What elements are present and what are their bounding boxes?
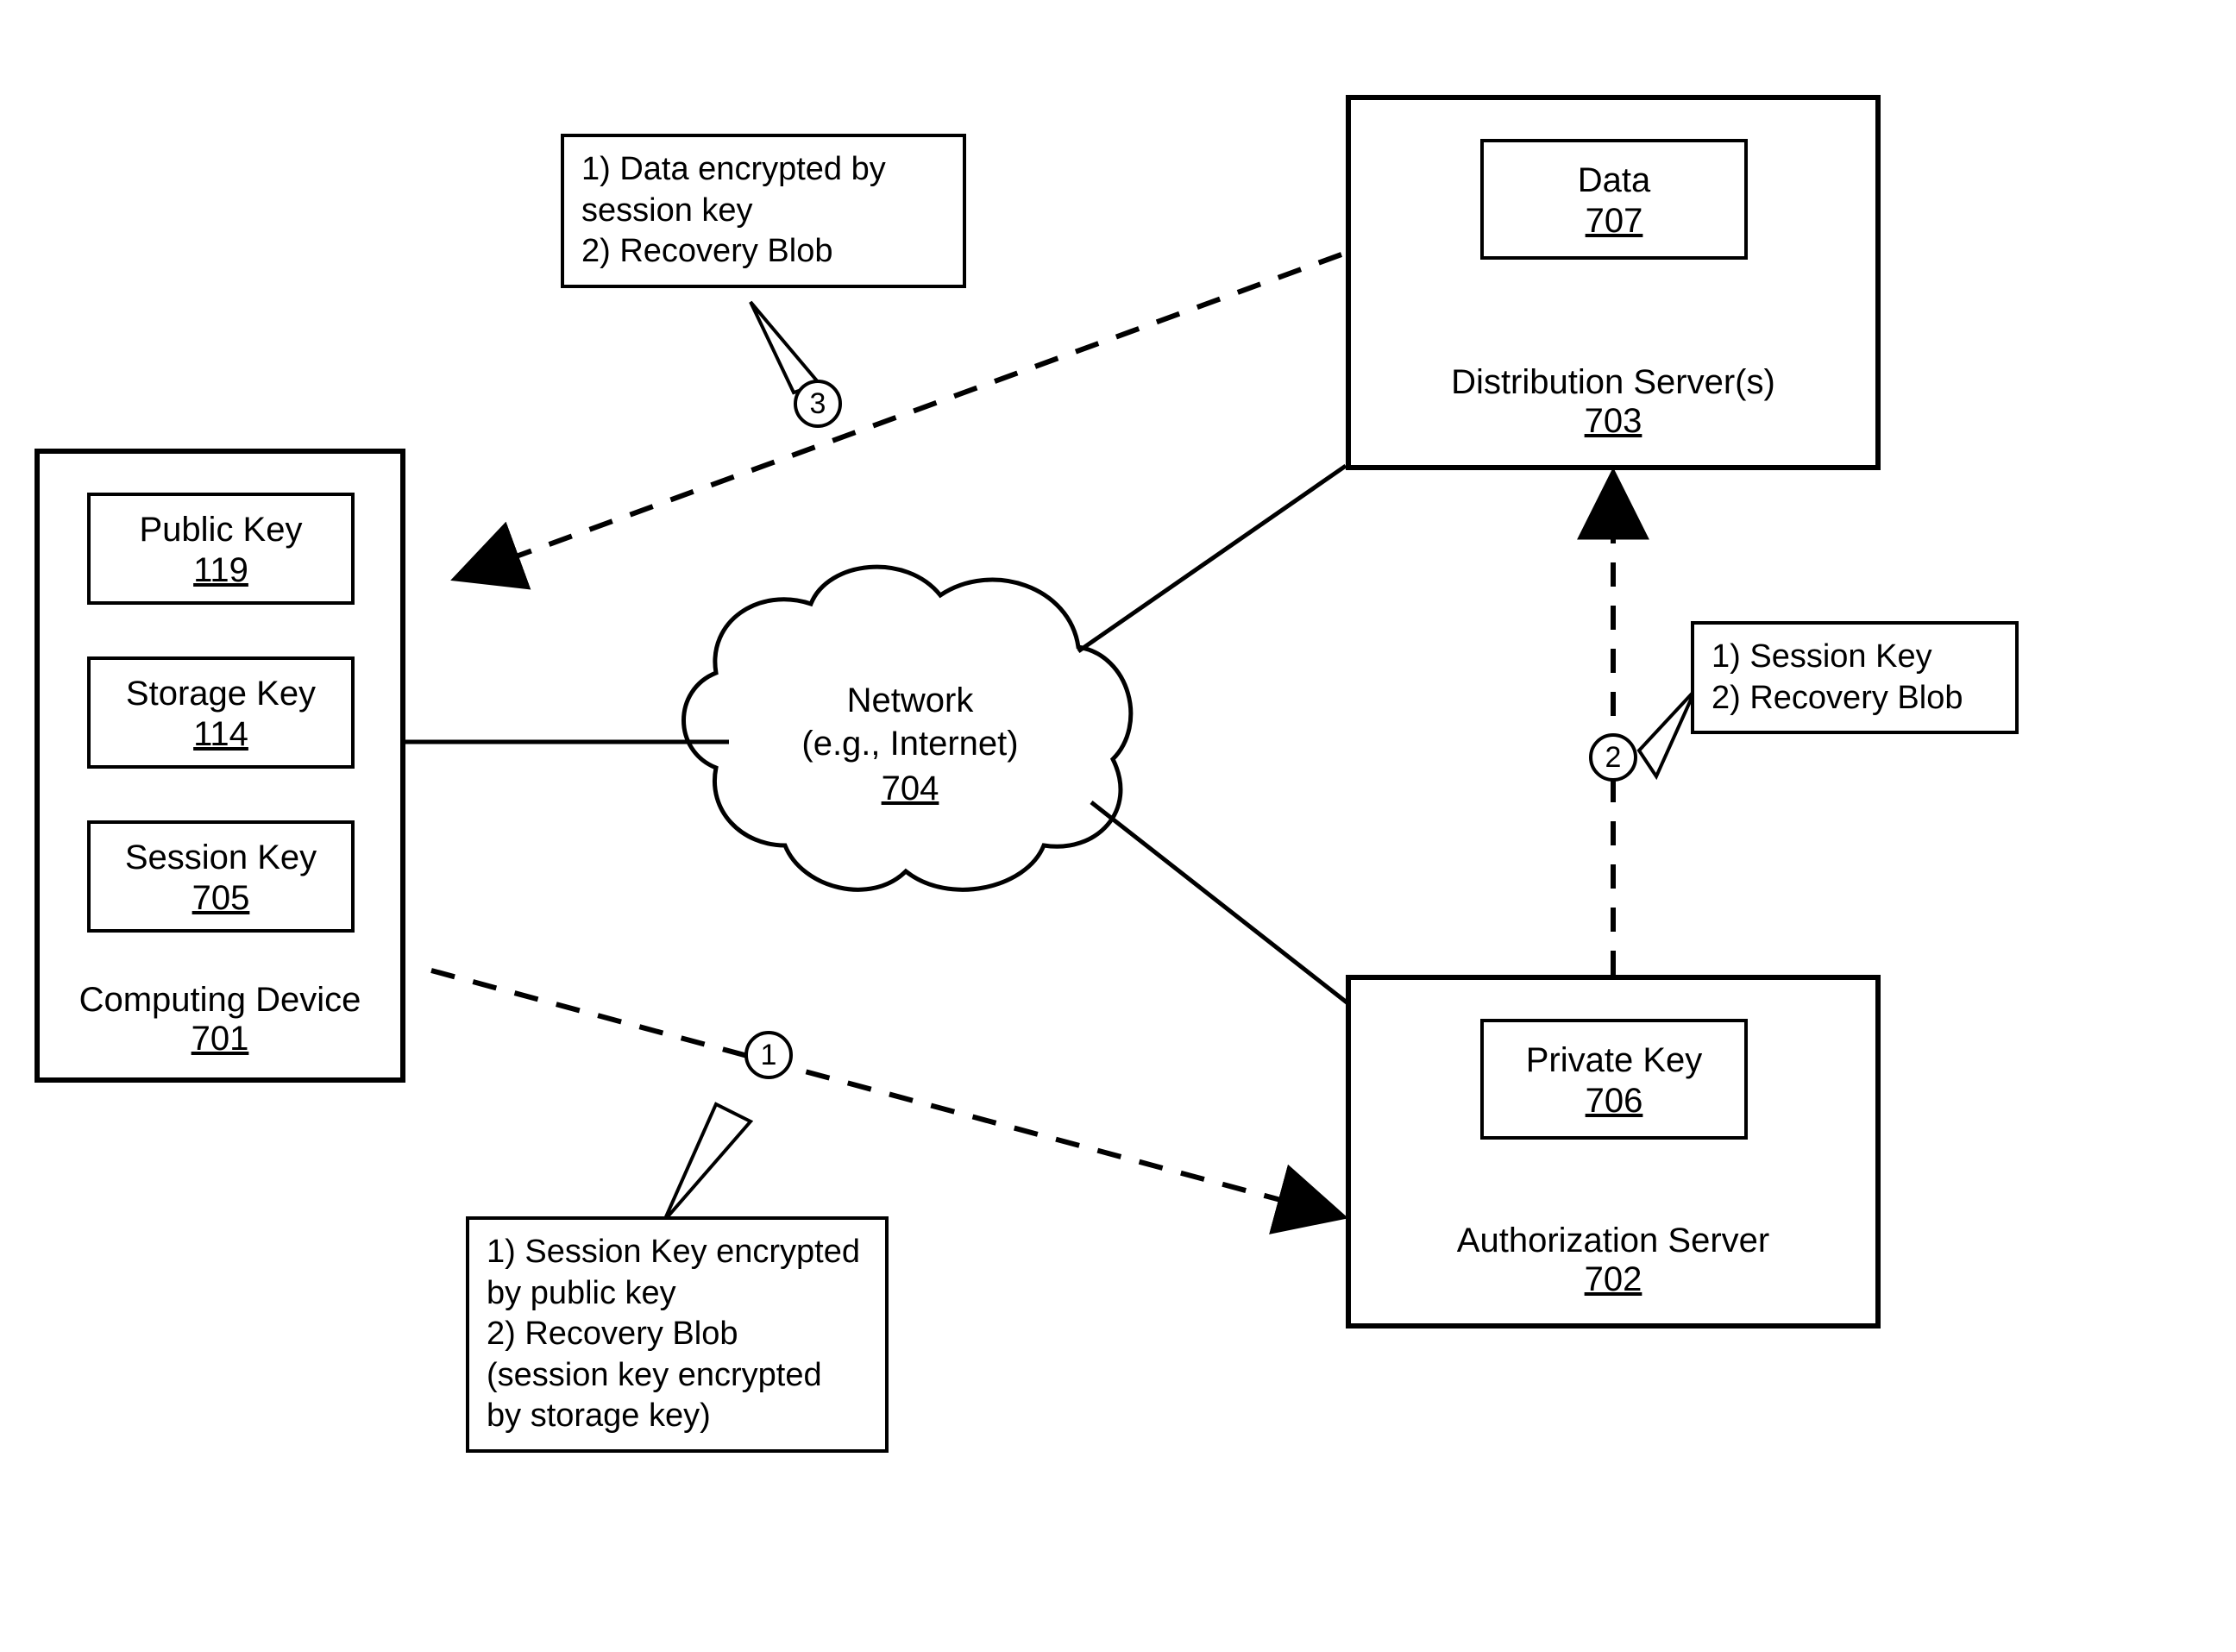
data-box: Data 707: [1480, 139, 1748, 260]
step-1-num: 1: [761, 1039, 777, 1072]
step-2-circle: 2: [1589, 733, 1637, 782]
public-key-box: Public Key 119: [87, 493, 355, 605]
session-key-ref: 705: [192, 879, 250, 918]
session-key-box: Session Key 705: [87, 820, 355, 933]
step-3-line-1: session key: [581, 191, 945, 232]
private-key-label: Private Key: [1526, 1039, 1703, 1082]
step-1-line-2: 2) Recovery Blob: [487, 1314, 868, 1355]
storage-key-label: Storage Key: [126, 672, 316, 715]
network-node: Network (e.g., Internet) 704: [742, 664, 1078, 837]
step-1-line-4: by storage key): [487, 1396, 868, 1437]
diagram-stage: Public Key 119 Storage Key 114 Session K…: [0, 0, 2236, 1652]
step-3-line-0: 1) Data encrypted by: [581, 149, 945, 191]
step-3-line-2: 2) Recovery Blob: [581, 231, 945, 273]
public-key-label: Public Key: [140, 508, 303, 551]
step-1-line-1: by public key: [487, 1273, 868, 1315]
computing-device-caption-label: Computing Device: [40, 981, 400, 1020]
storage-key-ref: 114: [193, 715, 248, 754]
step-2-line-1: 2) Recovery Blob: [1712, 678, 1998, 719]
computing-device-caption: Computing Device 701: [40, 981, 400, 1058]
authorization-server-caption-label: Authorization Server: [1351, 1222, 1875, 1260]
step-1-circle: 1: [744, 1031, 793, 1079]
network-line1: Network: [742, 682, 1078, 720]
private-key-ref: 706: [1586, 1082, 1643, 1121]
step-1-line-3: (session key encrypted: [487, 1355, 868, 1397]
step-2-num: 2: [1605, 741, 1622, 775]
session-key-label: Session Key: [125, 836, 317, 879]
step-2-callout: 1) Session Key 2) Recovery Blob: [1691, 621, 2019, 734]
network-ref: 704: [742, 769, 1078, 808]
private-key-box: Private Key 706: [1480, 1019, 1748, 1140]
authorization-server-caption-ref: 702: [1351, 1260, 1875, 1299]
authorization-server-caption: Authorization Server 702: [1351, 1222, 1875, 1299]
storage-key-box: Storage Key 114: [87, 656, 355, 769]
computing-device-caption-ref: 701: [40, 1020, 400, 1058]
data-ref: 707: [1586, 202, 1643, 241]
data-label: Data: [1578, 159, 1651, 202]
step-2-line-0: 1) Session Key: [1712, 637, 1998, 678]
distribution-server-box: Data 707 Distribution Server(s) 703: [1346, 95, 1881, 470]
network-line2: (e.g., Internet): [742, 725, 1078, 763]
authorization-server-box: Private Key 706 Authorization Server 702: [1346, 975, 1881, 1329]
distribution-server-caption: Distribution Server(s) 703: [1351, 363, 1875, 441]
step-1-callout: 1) Session Key encrypted by public key 2…: [466, 1216, 889, 1453]
computing-device-box: Public Key 119 Storage Key 114 Session K…: [35, 449, 405, 1083]
distribution-server-caption-label: Distribution Server(s): [1351, 363, 1875, 402]
step-3-num: 3: [810, 387, 826, 421]
public-key-ref: 119: [193, 551, 248, 590]
step-3-callout: 1) Data encrypted by session key 2) Reco…: [561, 134, 966, 288]
step-3-circle: 3: [794, 380, 842, 428]
distribution-server-caption-ref: 703: [1351, 402, 1875, 441]
step-1-line-0: 1) Session Key encrypted: [487, 1232, 868, 1273]
